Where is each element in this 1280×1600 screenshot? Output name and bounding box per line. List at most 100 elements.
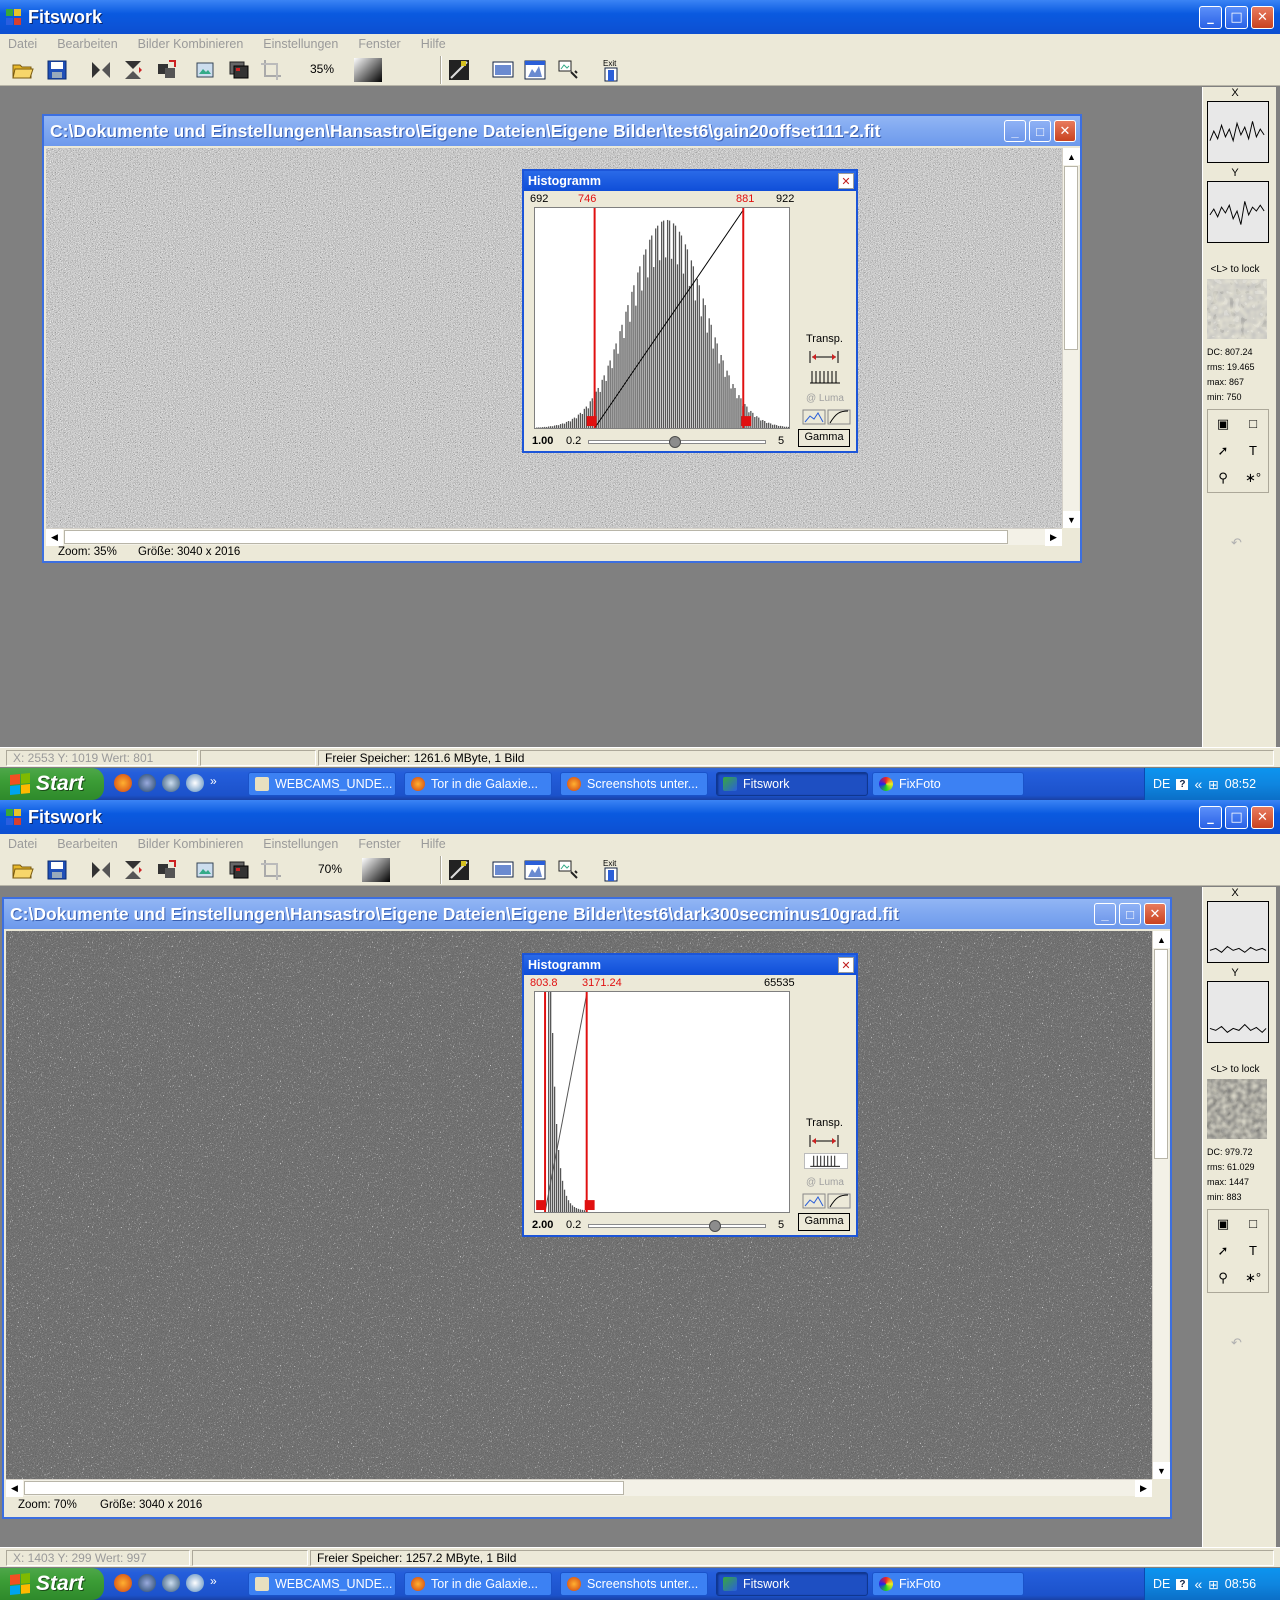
menu-einstellungen[interactable]: Einstellungen	[263, 837, 338, 851]
media-player-icon[interactable]	[186, 774, 204, 792]
star-tool-icon[interactable]: ∗°	[1245, 1270, 1261, 1286]
close-button[interactable]: ✕	[1251, 6, 1274, 29]
task-fitswork[interactable]: Fitswork	[716, 1572, 868, 1596]
stamp-tool-icon[interactable]: ⚲	[1218, 470, 1228, 486]
doc-maximize-button[interactable]: □	[1029, 120, 1051, 142]
vertical-scrollbar[interactable]: ▲ ▼	[1152, 931, 1170, 1479]
gamma-slider-knob[interactable]	[708, 1220, 721, 1232]
save-icon[interactable]	[44, 857, 70, 883]
maximize-button[interactable]: □	[1225, 806, 1248, 829]
quicklaunch-more[interactable]: »	[210, 1574, 217, 1592]
horizontal-scrollbar[interactable]: ◀ ▶	[46, 528, 1062, 546]
task-screenshots[interactable]: Screenshots unter...	[560, 772, 708, 796]
tray-expand-icon[interactable]: «	[1194, 1576, 1202, 1592]
vertical-scroll-thumb[interactable]	[1154, 949, 1168, 1159]
histogram-window-icon[interactable]	[522, 57, 548, 83]
curve-mode-icon[interactable]	[802, 409, 852, 425]
range-width-icon[interactable]	[808, 1133, 844, 1149]
undo-icon[interactable]: ↶	[1231, 1335, 1242, 1351]
task-fitswork[interactable]: Fitswork	[716, 772, 868, 796]
rotate-icon[interactable]	[154, 57, 180, 83]
start-button[interactable]: Start	[0, 1568, 104, 1600]
crop-icon[interactable]	[258, 857, 284, 883]
show-desktop-icon[interactable]	[162, 1574, 180, 1592]
open-folder-icon[interactable]	[10, 57, 36, 83]
levels-icon[interactable]	[446, 57, 472, 83]
low-marker-handle[interactable]	[536, 1200, 547, 1211]
scroll-left-arrow[interactable]: ◀	[46, 529, 63, 546]
comb-filter-icon[interactable]	[808, 369, 844, 385]
scroll-down-arrow[interactable]: ▼	[1153, 1462, 1170, 1479]
menu-hilfe[interactable]: Hilfe	[421, 37, 446, 51]
scroll-up-arrow[interactable]: ▲	[1153, 931, 1170, 948]
picture-tool-icon[interactable]: ▣	[1217, 1216, 1229, 1232]
menu-bilder-kombinieren[interactable]: Bilder Kombinieren	[138, 37, 244, 51]
rectangle-tool-icon[interactable]: □	[1249, 1216, 1257, 1231]
network-tray-icon[interactable]: ⊞	[1208, 777, 1218, 792]
quicklaunch-more[interactable]: »	[210, 774, 217, 792]
media-player-icon[interactable]	[186, 1574, 204, 1592]
language-indicator[interactable]: DE	[1153, 1577, 1170, 1591]
task-tor-galaxie[interactable]: Tor in die Galaxie...	[404, 772, 552, 796]
scroll-right-arrow[interactable]: ▶	[1045, 529, 1062, 546]
network-tray-icon[interactable]: ⊞	[1208, 1577, 1218, 1592]
pick-tool-icon[interactable]: ➚	[1218, 443, 1229, 459]
gamma-button[interactable]: Gamma	[798, 429, 850, 447]
doc-minimize-button[interactable]: _	[1004, 120, 1026, 142]
zoom-select[interactable]: 35%	[310, 62, 334, 76]
image-tools-icon[interactable]	[556, 57, 582, 83]
text-tool-icon[interactable]: T	[1249, 1243, 1257, 1258]
comb-filter-icon[interactable]	[804, 1153, 848, 1169]
scroll-left-arrow[interactable]: ◀	[6, 1480, 23, 1497]
pick-tool-icon[interactable]: ➚	[1218, 1243, 1229, 1259]
language-indicator[interactable]: DE	[1153, 777, 1170, 791]
minimize-button[interactable]: _	[1199, 806, 1222, 829]
menu-bearbeiten[interactable]: Bearbeiten	[57, 837, 117, 851]
gamma-slider-knob[interactable]	[668, 436, 681, 448]
tray-expand-icon[interactable]: «	[1194, 776, 1202, 792]
ie-quicklaunch-icon[interactable]	[138, 1574, 156, 1592]
doc-minimize-button[interactable]: _	[1094, 903, 1116, 925]
gamma-button[interactable]: Gamma	[798, 1213, 850, 1231]
levels-icon[interactable]	[446, 857, 472, 883]
gamma-slider[interactable]	[588, 436, 766, 448]
horizontal-scrollbar[interactable]: ◀ ▶	[6, 1479, 1152, 1497]
histogram-close-button[interactable]: ✕	[838, 173, 854, 189]
histogram-close-button[interactable]: ✕	[838, 957, 854, 973]
crop-icon[interactable]	[258, 57, 284, 83]
menu-datei[interactable]: Datei	[8, 837, 37, 851]
picture-tool-icon[interactable]: ▣	[1217, 416, 1229, 432]
doc-close-button[interactable]: ✕	[1144, 903, 1166, 925]
start-button[interactable]: Start	[0, 768, 104, 800]
window-stack-icon[interactable]	[226, 857, 252, 883]
menu-fenster[interactable]: Fenster	[358, 837, 400, 851]
histogram-plot[interactable]	[534, 207, 790, 429]
range-width-icon[interactable]	[808, 349, 844, 365]
scroll-up-arrow[interactable]: ▲	[1063, 148, 1080, 165]
exit-icon[interactable]: Exit	[598, 857, 624, 883]
undo-icon[interactable]: ↶	[1231, 535, 1242, 551]
stamp-tool-icon[interactable]: ⚲	[1218, 1270, 1228, 1286]
star-tool-icon[interactable]: ∗°	[1245, 470, 1261, 486]
save-icon[interactable]	[44, 57, 70, 83]
ie-quicklaunch-icon[interactable]	[138, 774, 156, 792]
menu-bearbeiten[interactable]: Bearbeiten	[57, 37, 117, 51]
task-screenshots[interactable]: Screenshots unter...	[560, 1572, 708, 1596]
task-fixfoto[interactable]: FixFoto	[872, 772, 1024, 796]
low-marker-handle[interactable]	[586, 416, 597, 427]
high-marker-handle[interactable]	[584, 1200, 595, 1211]
histogram-plot[interactable]	[534, 991, 790, 1213]
menu-datei[interactable]: Datei	[8, 37, 37, 51]
doc-close-button[interactable]: ✕	[1054, 120, 1076, 142]
firefox-quicklaunch-icon[interactable]	[114, 774, 132, 792]
task-tor-galaxie[interactable]: Tor in die Galaxie...	[404, 1572, 552, 1596]
curve-mode-icon[interactable]	[802, 1193, 852, 1209]
doc-maximize-button[interactable]: □	[1119, 903, 1141, 925]
menu-bilder-kombinieren[interactable]: Bilder Kombinieren	[138, 837, 244, 851]
window-stack-icon[interactable]	[226, 57, 252, 83]
high-marker-handle[interactable]	[741, 416, 752, 427]
help-tray-icon[interactable]: ?	[1176, 778, 1189, 790]
help-tray-icon[interactable]: ?	[1176, 1578, 1189, 1590]
gradient-display-button[interactable]	[354, 58, 382, 82]
scroll-right-arrow[interactable]: ▶	[1135, 1480, 1152, 1497]
